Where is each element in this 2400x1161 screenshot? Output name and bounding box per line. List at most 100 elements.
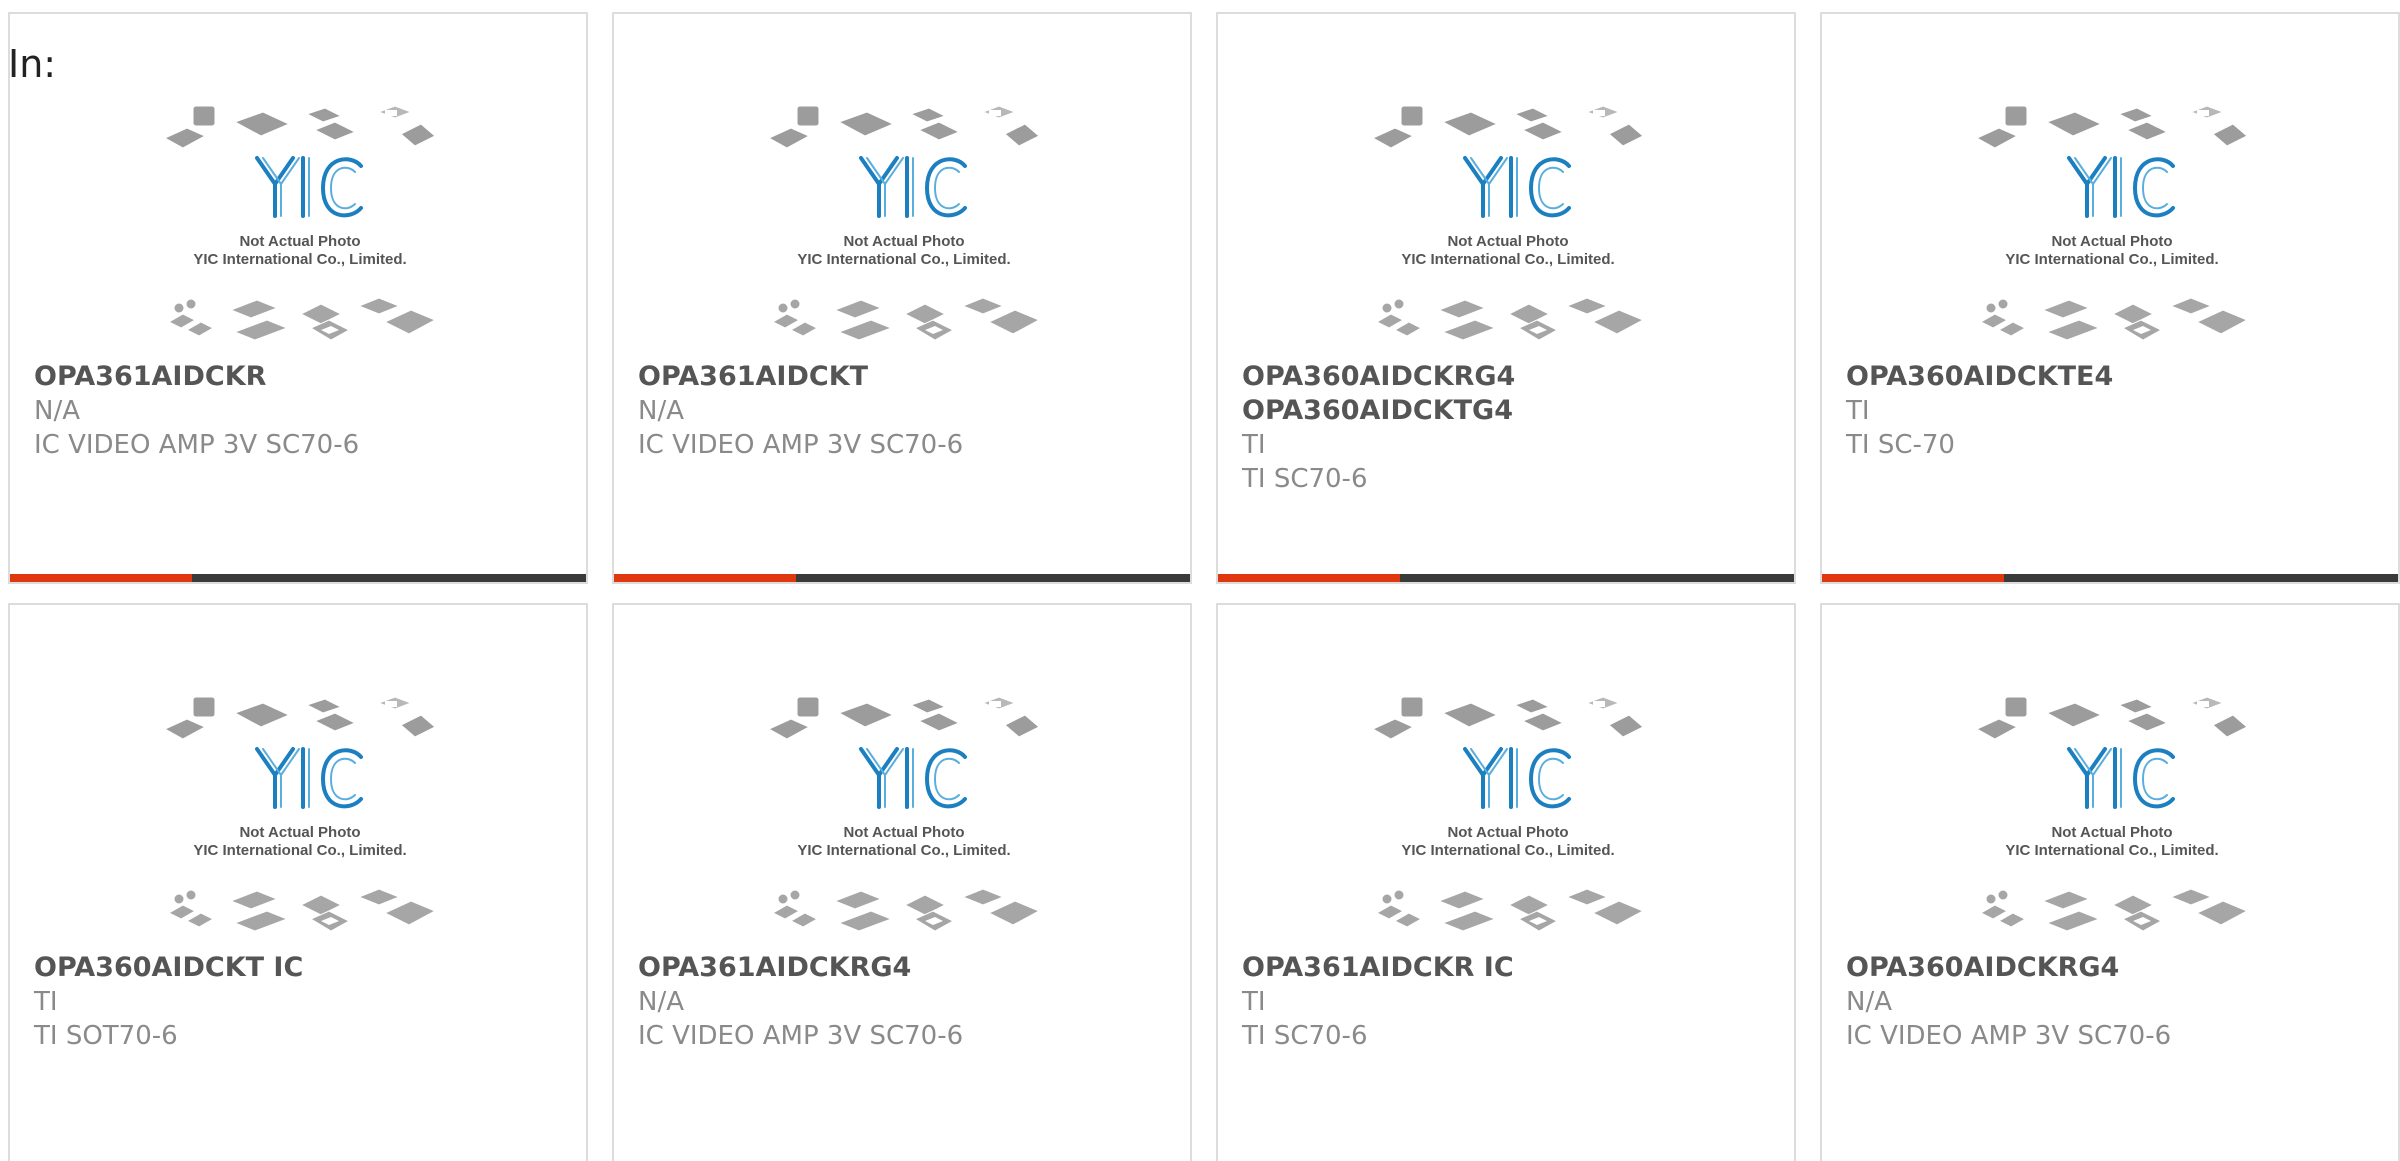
- yic-logo: [1463, 156, 1571, 218]
- yic-logo: [1463, 747, 1571, 809]
- part-number-list: OPA361AIDCKT: [638, 360, 1168, 394]
- chip-icons-top: [165, 105, 435, 149]
- description: TI SOT70-6: [34, 1021, 178, 1051]
- chip-icons-top: [1977, 105, 2247, 149]
- photo-caption-line2: YIC International Co., Limited.: [2005, 251, 2218, 268]
- photo-caption-line2: YIC International Co., Limited.: [797, 251, 1010, 268]
- description: IC VIDEO AMP 3V SC70-6: [638, 430, 964, 460]
- photo-caption-line2: YIC International Co., Limited.: [1401, 842, 1614, 859]
- card-footer-bar: [1822, 574, 2398, 582]
- yic-logo: [859, 747, 967, 809]
- chip-icons-top: [1373, 105, 1643, 149]
- manufacturer: TI: [34, 987, 58, 1017]
- product-info: OPA360AIDCKTE4 TI TI SC-70: [1846, 360, 2376, 462]
- part-number-list: OPA360AIDCKT IC: [34, 951, 564, 985]
- chip-icons-bottom: [167, 297, 435, 341]
- placeholder-photo: Not Actual Photo YIC International Co., …: [769, 105, 1039, 341]
- product-card-6[interactable]: Not Actual Photo YIC International Co., …: [612, 603, 1192, 1161]
- part-number[interactable]: OPA361AIDCKR IC: [1242, 951, 1772, 985]
- manufacturer: TI: [1242, 430, 1266, 460]
- chip-icons-top: [1977, 696, 2247, 740]
- product-card-8[interactable]: Not Actual Photo YIC International Co., …: [1820, 603, 2400, 1161]
- photo-caption-line1: Not Actual Photo: [843, 824, 964, 841]
- chip-icons-bottom: [1979, 297, 2247, 341]
- photo-caption-line2: YIC International Co., Limited.: [193, 251, 406, 268]
- product-info: OPA361AIDCKR IC TI TI SC70-6: [1242, 951, 1772, 1053]
- card-footer-accent: [1822, 574, 2004, 582]
- photo-caption-line1: Not Actual Photo: [239, 233, 360, 250]
- product-info: OPA360AIDCKRG4 N/A IC VIDEO AMP 3V SC70-…: [1846, 951, 2376, 1053]
- card-footer-accent: [10, 574, 192, 582]
- placeholder-photo: Not Actual Photo YIC International Co., …: [769, 696, 1039, 932]
- part-number[interactable]: OPA361AIDCKR: [34, 360, 564, 394]
- part-number[interactable]: OPA360AIDCKT IC: [34, 951, 564, 985]
- yic-logo: [2067, 156, 2175, 218]
- chip-icons-top: [769, 105, 1039, 149]
- page: In: Not Actual Photo YIC International C…: [0, 0, 2400, 1161]
- photo-caption-line1: Not Actual Photo: [2051, 824, 2172, 841]
- placeholder-photo: Not Actual Photo YIC International Co., …: [165, 696, 435, 932]
- part-number-list: OPA360AIDCKTE4: [1846, 360, 2376, 394]
- product-grid: Not Actual Photo YIC International Co., …: [0, 0, 2400, 1161]
- chip-icons-bottom: [771, 297, 1039, 341]
- part-number-list: OPA360AIDCKRG4 OPA360AIDCKTG4: [1242, 360, 1772, 428]
- part-number[interactable]: OPA360AIDCKRG4: [1846, 951, 2376, 985]
- chip-icons-top: [165, 696, 435, 740]
- placeholder-photo: Not Actual Photo YIC International Co., …: [1373, 105, 1643, 341]
- yic-logo: [2067, 747, 2175, 809]
- chip-icons-top: [769, 696, 1039, 740]
- product-card-3[interactable]: Not Actual Photo YIC International Co., …: [1216, 12, 1796, 584]
- chip-icons-bottom: [1375, 888, 1643, 932]
- manufacturer: N/A: [1846, 987, 1892, 1017]
- yic-logo: [255, 156, 363, 218]
- part-number[interactable]: OPA361AIDCKRG4: [638, 951, 1168, 985]
- product-card-5[interactable]: Not Actual Photo YIC International Co., …: [8, 603, 588, 1161]
- placeholder-photo: Not Actual Photo YIC International Co., …: [165, 105, 435, 341]
- card-footer-accent: [1218, 574, 1400, 582]
- product-card-1[interactable]: Not Actual Photo YIC International Co., …: [8, 12, 588, 584]
- manufacturer: TI: [1846, 396, 1870, 426]
- placeholder-photo: Not Actual Photo YIC International Co., …: [1977, 696, 2247, 932]
- placeholder-photo: Not Actual Photo YIC International Co., …: [1977, 105, 2247, 341]
- product-card-2[interactable]: Not Actual Photo YIC International Co., …: [612, 12, 1192, 584]
- description: IC VIDEO AMP 3V SC70-6: [1846, 1021, 2172, 1051]
- yic-logo: [255, 747, 363, 809]
- chip-icons-bottom: [1375, 297, 1643, 341]
- in-label: In:: [8, 42, 57, 86]
- description: TI SC70-6: [1242, 1021, 1368, 1051]
- photo-caption-line1: Not Actual Photo: [239, 824, 360, 841]
- manufacturer: N/A: [638, 396, 684, 426]
- description: TI SC70-6: [1242, 464, 1368, 494]
- manufacturer: N/A: [638, 987, 684, 1017]
- yic-logo: [859, 156, 967, 218]
- part-number-list: OPA361AIDCKR: [34, 360, 564, 394]
- photo-caption-line2: YIC International Co., Limited.: [1401, 251, 1614, 268]
- product-info: OPA360AIDCKT IC TI TI SOT70-6: [34, 951, 564, 1053]
- card-footer-bar: [10, 574, 586, 582]
- description: IC VIDEO AMP 3V SC70-6: [638, 1021, 964, 1051]
- part-number[interactable]: OPA361AIDCKT: [638, 360, 1168, 394]
- product-info: OPA361AIDCKRG4 N/A IC VIDEO AMP 3V SC70-…: [638, 951, 1168, 1053]
- part-number[interactable]: OPA360AIDCKTE4: [1846, 360, 2376, 394]
- card-footer-bar: [614, 574, 1190, 582]
- description: TI SC-70: [1846, 430, 1955, 460]
- part-number[interactable]: OPA360AIDCKTG4: [1242, 394, 1772, 428]
- manufacturer: TI: [1242, 987, 1266, 1017]
- card-footer-accent: [614, 574, 796, 582]
- part-number-list: OPA361AIDCKRG4: [638, 951, 1168, 985]
- product-info: OPA361AIDCKR N/A IC VIDEO AMP 3V SC70-6: [34, 360, 564, 462]
- photo-caption-line2: YIC International Co., Limited.: [193, 842, 406, 859]
- manufacturer: N/A: [34, 396, 80, 426]
- product-card-7[interactable]: Not Actual Photo YIC International Co., …: [1216, 603, 1796, 1161]
- product-info: OPA361AIDCKT N/A IC VIDEO AMP 3V SC70-6: [638, 360, 1168, 462]
- product-card-4[interactable]: Not Actual Photo YIC International Co., …: [1820, 12, 2400, 584]
- photo-caption-line1: Not Actual Photo: [1447, 824, 1568, 841]
- photo-caption-line2: YIC International Co., Limited.: [2005, 842, 2218, 859]
- product-info: OPA360AIDCKRG4 OPA360AIDCKTG4 TI TI SC70-…: [1242, 360, 1772, 496]
- chip-icons-bottom: [167, 888, 435, 932]
- part-number[interactable]: OPA360AIDCKRG4: [1242, 360, 1772, 394]
- chip-icons-top: [1373, 696, 1643, 740]
- description: IC VIDEO AMP 3V SC70-6: [34, 430, 360, 460]
- card-footer-bar: [1218, 574, 1794, 582]
- part-number-list: OPA361AIDCKR IC: [1242, 951, 1772, 985]
